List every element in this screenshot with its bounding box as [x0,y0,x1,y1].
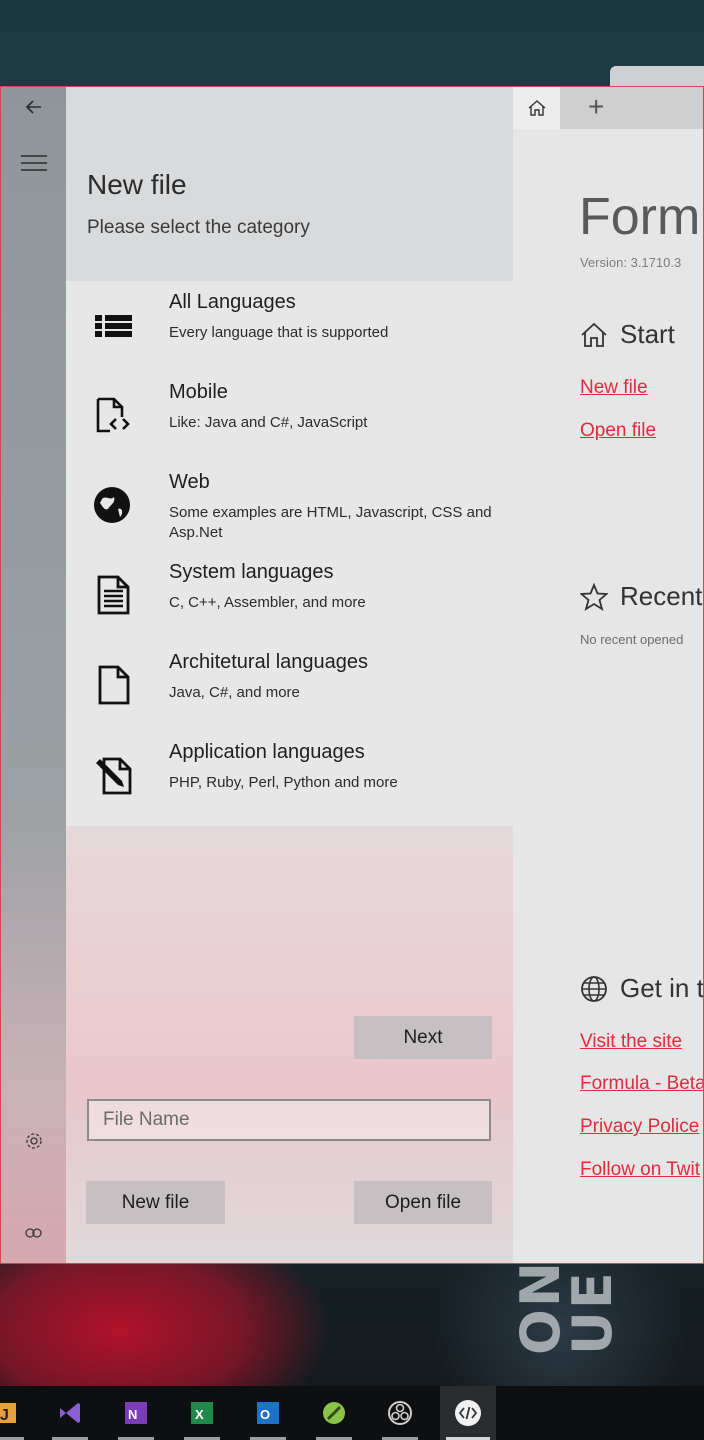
new-file-flyout: New file Please select the category All … [66,87,513,1263]
start-page: + Form Version: 3.1710.3 Start New file … [513,87,704,1263]
back-button[interactable] [1,87,66,127]
category-all-languages[interactable]: All Languages Every language that is sup… [66,281,513,371]
category-mobile[interactable]: Mobile Like: Java and C#, JavaScript [66,371,513,461]
gear-icon [25,1133,42,1149]
taskbar-obs[interactable] [376,1386,424,1440]
link-button[interactable] [1,1213,66,1253]
version-text: Version: 3.1710.3 [580,255,682,270]
nav-rail [1,87,66,1263]
taskbar-green-app[interactable] [310,1386,358,1440]
category-description: C, C++, Assembler, and more [169,594,366,611]
excel-icon: X [191,1402,213,1424]
taskbar: J N X O [0,1386,704,1440]
hamburger-icon [20,155,47,171]
tab-home[interactable] [513,87,560,129]
flyout-subtitle: Please select the category [87,217,310,238]
open-file-button[interactable]: Open file [354,1181,492,1224]
obs-icon [388,1401,412,1425]
category-description: PHP, Ruby, Perl, Python and more [169,774,398,791]
globe-outline-icon [581,975,607,1002]
category-system-languages[interactable]: System languages C, C++, Assembler, and … [66,551,513,641]
category-architetural-languages[interactable]: Architetural languages Java, C#, and mor… [66,641,513,731]
code-editor-icon [455,1400,481,1426]
taskbar-outlook[interactable]: O [244,1386,292,1440]
start-open-file-link[interactable]: Open file [580,420,656,442]
svg-text:O: O [260,1407,270,1422]
back-arrow-icon [25,100,41,114]
page-icon [98,665,130,705]
category-list: All Languages Every language that is sup… [66,281,513,826]
category-title: Web [169,471,210,493]
new-tab-button[interactable]: + [560,87,703,129]
onenote-icon: N [125,1402,147,1424]
edit-file-icon [96,757,132,795]
flyout-header: New file Please select the category [66,87,513,279]
link-icon [24,1228,42,1238]
app-title: Form [579,188,701,246]
recent-heading-label: Recent [620,581,703,611]
document-icon [97,575,130,615]
contact-heading: Get in t [580,973,704,1004]
svg-text:J: J [0,1407,9,1424]
list-icon [95,315,132,337]
app-icon: J [0,1403,16,1424]
code-file-icon [96,397,130,433]
category-title: All Languages [169,291,296,313]
home-icon [581,322,607,347]
background-text: ONE UE [509,1221,624,1355]
plus-icon: + [588,91,605,122]
home-icon [528,100,545,116]
flyout-title: New file [87,169,187,200]
green-app-icon [323,1402,345,1424]
file-name-input[interactable] [87,1099,491,1141]
outlook-icon: O [257,1402,279,1424]
category-description: Some examples are HTML, Javascript, CSS … [169,504,492,541]
app-window: New file Please select the category All … [0,86,704,1264]
settings-button[interactable] [1,1121,66,1161]
start-new-file-link[interactable]: New file [580,377,648,399]
twitter-link[interactable]: Follow on Twit [580,1159,700,1181]
category-application-languages[interactable]: Application languages PHP, Ruby, Perl, P… [66,731,513,821]
category-description: Like: Java and C#, JavaScript [169,414,368,431]
tab-bar: + [513,87,703,129]
taskbar-onenote[interactable]: N [112,1386,160,1440]
new-file-button[interactable]: New file [86,1181,225,1224]
category-title: System languages [169,561,334,583]
recent-heading: Recent [580,581,702,612]
globe-icon [94,487,130,523]
category-title: Application languages [169,741,365,763]
visual-studio-icon [60,1403,80,1423]
contact-heading-label: Get in t [620,973,704,1003]
formula-beta-link[interactable]: Formula - Beta [580,1073,703,1095]
visit-site-link[interactable]: Visit the site [580,1031,682,1053]
star-icon [580,582,608,611]
category-description: Every language that is supported [169,324,389,341]
taskbar-excel[interactable]: X [178,1386,226,1440]
category-web[interactable]: Web Some examples are HTML, Javascript, … [66,461,513,551]
recent-empty-text: No recent opened [580,632,684,647]
hamburger-menu-button[interactable] [1,143,66,183]
next-button[interactable]: Next [354,1016,492,1059]
privacy-policy-link[interactable]: Privacy Police [580,1116,699,1138]
taskbar-code-editor[interactable] [440,1386,496,1440]
category-title: Architetural languages [169,651,369,673]
start-heading-label: Start [620,319,675,349]
svg-text:N: N [128,1407,137,1422]
start-heading: Start [580,319,675,350]
taskbar-app-icon[interactable]: J [0,1386,30,1440]
category-title: Mobile [169,381,228,403]
svg-text:X: X [195,1407,204,1422]
category-description: Java, C#, and more [169,684,300,701]
taskbar-visual-studio[interactable] [46,1386,94,1440]
